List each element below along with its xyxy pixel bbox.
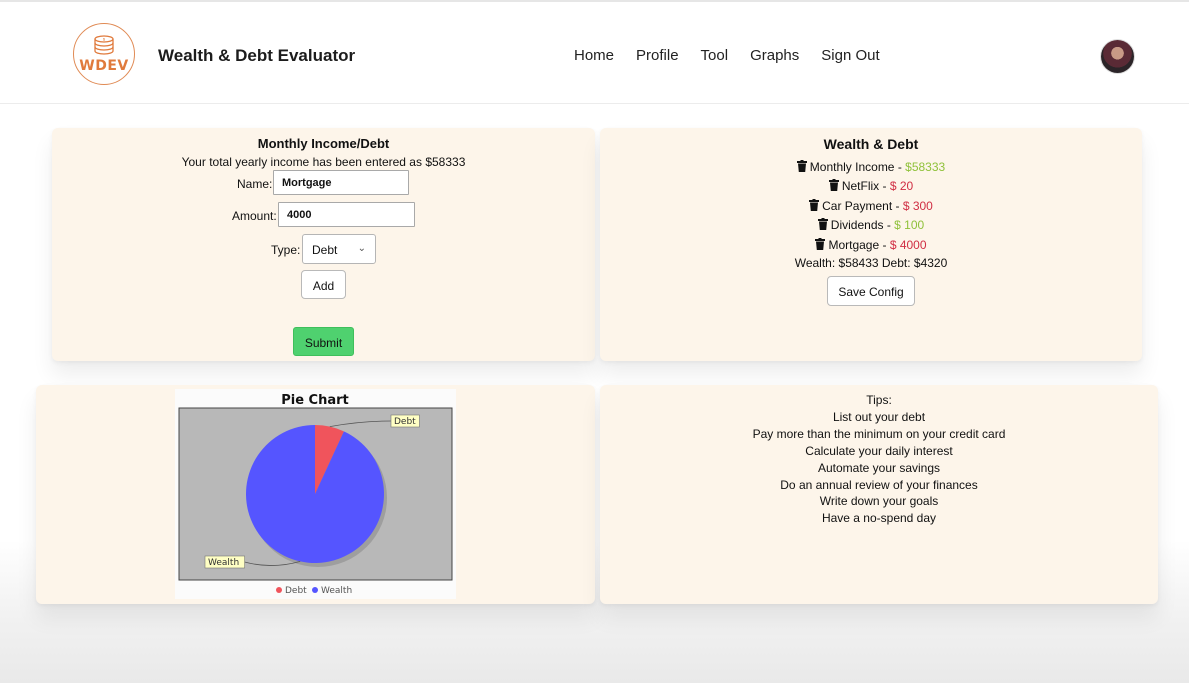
submit-button[interactable]: Submit [293,327,354,356]
trash-icon[interactable] [828,179,839,191]
tip-item: Pay more than the minimum on your credit… [752,426,1006,441]
user-avatar[interactable] [1101,40,1134,73]
legend-label: Wealth [321,586,352,596]
item-separator: - [892,199,903,213]
income-debt-card: Monthly Income/Debt Your total yearly in… [52,128,595,361]
tip-item: Write down your goals [819,494,939,509]
item-value: $ 300 [902,199,933,213]
type-select[interactable]: Debt ⌄ [302,234,376,264]
pie-chart-card: Pie Chart Debt Wealth Debt Wealth [36,385,595,604]
svg-text:$: $ [103,36,106,41]
wealth-debt-totals: Wealth: $58433 Debt: $4320 [794,256,948,270]
amount-label: Amount: [232,209,277,223]
logo-text: WDEV [79,57,129,74]
pie-slice-wealth[interactable] [246,425,385,563]
nav-sign-out-link[interactable]: Sign Out [821,47,879,64]
slice-label: Wealth [208,558,239,568]
tip-item: Have a no-spend day [821,511,937,526]
trash-icon[interactable] [809,199,820,211]
trash-icon[interactable] [796,160,807,172]
top-nav-bar: $ WDEV Wealth & Debt Evaluator Home Prof… [0,0,1189,104]
nav-home-link[interactable]: Home [574,47,614,64]
item-separator: - [883,218,895,232]
type-select-value: Debt [312,243,338,257]
item-value: $ 100 [894,218,925,232]
trash-icon[interactable] [817,218,828,230]
legend-label: Debt [285,586,307,596]
tips-title: Tips: [866,393,892,407]
list-item: Monthly Income - $58333 [600,160,1142,174]
legend-swatch [312,587,318,593]
nav-graphs-link[interactable]: Graphs [750,47,799,64]
pie-chart-svg: Pie Chart Debt Wealth Debt Wealth [178,393,453,596]
coin-stack-icon: $ [94,34,114,55]
income-debt-title: Monthly Income/Debt [257,136,390,151]
list-item: Car Payment - $ 300 [600,199,1142,213]
item-name: Monthly Income [809,160,895,174]
nav-tool-link[interactable]: Tool [701,47,729,64]
list-item: Dividends - $ 100 [600,218,1142,232]
item-value: $ 4000 [889,238,927,252]
item-separator: - [879,238,890,252]
item-value: $ 20 [889,179,914,193]
chevron-down-icon: ⌄ [357,243,366,254]
tips-list: Tips: List out your debt Pay more than t… [600,392,1158,527]
wealth-debt-title: Wealth & Debt [823,136,919,152]
legend-swatch [276,587,282,593]
app-title: Wealth & Debt Evaluator [158,46,356,65]
add-button[interactable]: Add [301,270,346,299]
tip-item: Automate your savings [817,460,941,475]
item-value: $58333 [905,160,946,174]
item-separator: - [879,179,890,193]
item-name: Car Payment [822,199,893,213]
chart-title: Pie Chart [281,393,349,408]
app-logo[interactable]: $ WDEV [73,23,135,85]
pie-chart: Pie Chart Debt Wealth Debt Wealth [175,389,456,599]
save-config-button[interactable]: Save Config [827,276,915,306]
tips-card: Tips: List out your debt Pay more than t… [600,385,1158,604]
item-name: NetFlix [841,179,880,193]
yearly-income-text: Your total yearly income has been entere… [181,155,466,169]
item-name: Dividends [830,218,884,232]
item-separator: - [894,160,906,174]
name-input[interactable]: Mortgage [273,170,409,195]
slice-label: Debt [394,417,416,427]
nav-profile-link[interactable]: Profile [636,47,679,64]
tip-item: List out your debt [832,409,926,424]
tip-item: Calculate your daily interest [805,443,953,458]
list-item: NetFlix - $ 20 [600,179,1142,193]
item-name: Mortgage [828,238,880,252]
amount-input[interactable]: 4000 [278,202,415,227]
name-label: Name: [237,177,273,191]
wealth-debt-card: Wealth & Debt Monthly Income - $58333 Ne… [600,128,1142,361]
type-label: Type: [271,243,301,257]
tip-item: Do an annual review of your finances [780,477,978,492]
list-item: Mortgage - $ 4000 [600,238,1142,252]
trash-icon[interactable] [815,238,826,250]
main-nav: Home Profile Tool Graphs Sign Out [574,47,902,64]
